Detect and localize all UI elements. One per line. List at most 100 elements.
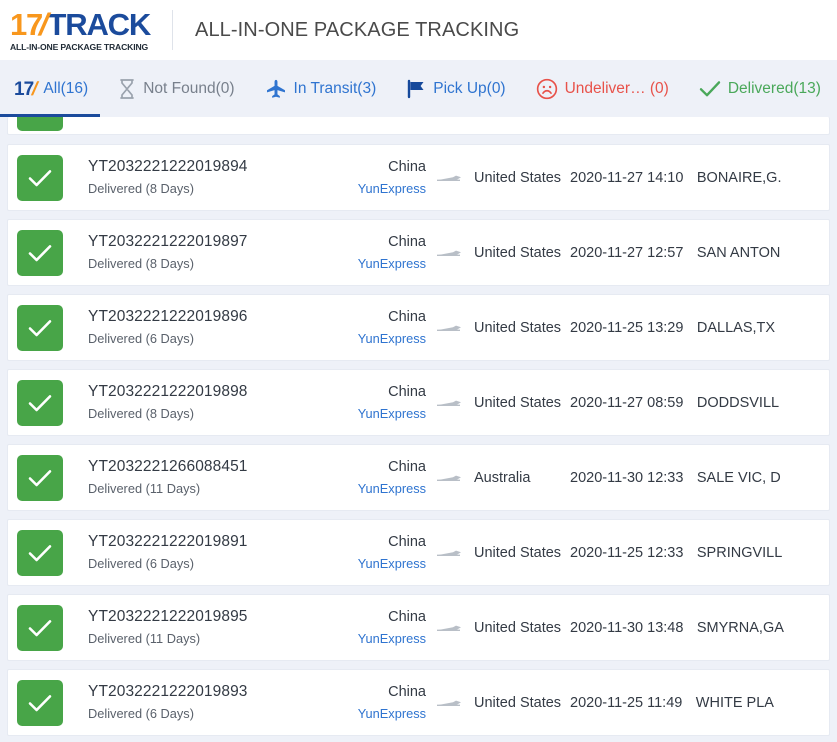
tracking-id-cell: YT2032221222019895 Delivered (11 Days) bbox=[63, 607, 333, 648]
tracking-number[interactable]: YT2032221222019891 bbox=[88, 532, 333, 552]
checkmark-icon bbox=[28, 619, 52, 636]
logo-track-text: TRACK bbox=[47, 6, 152, 42]
carrier-link[interactable]: YunExpress bbox=[333, 555, 426, 573]
tracking-id-cell: YT2032221222019896 Delivered (6 Days) bbox=[63, 307, 333, 348]
app-header: 17/TRACK ALL-IN-ONE PACKAGE TRACKING ALL… bbox=[0, 0, 837, 60]
last-event-time: 2020-11-25 12:33 bbox=[570, 544, 684, 561]
table-row[interactable]: YT2032221266088451 Delivered (11 Days) C… bbox=[7, 444, 830, 511]
tracking-number[interactable]: YT2032221222019895 bbox=[88, 607, 333, 627]
table-row[interactable]: YT2032221222019897 Delivered (8 Days) Ch… bbox=[7, 219, 830, 286]
package-list: YT2032221222019894 Delivered (8 Days) Ch… bbox=[0, 117, 837, 736]
tab-undelivered-label: Undeliver… (0) bbox=[564, 79, 669, 97]
last-event-time: 2020-11-27 14:10 bbox=[570, 169, 684, 186]
table-row[interactable]: YT2032221222019893 Delivered (6 Days) Ch… bbox=[7, 669, 830, 736]
status-badge bbox=[17, 679, 63, 726]
route-cell: China YunExpress United States bbox=[333, 233, 568, 273]
tab-all-label: All(16) bbox=[43, 79, 89, 97]
table-row[interactable]: YT2032221222019898 Delivered (8 Days) Ch… bbox=[7, 369, 830, 436]
last-event-time: 2020-11-27 12:57 bbox=[570, 244, 684, 261]
logo-17track[interactable]: 17/TRACK ALL-IN-ONE PACKAGE TRACKING bbox=[10, 6, 160, 52]
origin-block: China YunExpress bbox=[333, 533, 426, 573]
sad-face-icon bbox=[536, 78, 558, 100]
carrier-link[interactable]: YunExpress bbox=[333, 255, 426, 273]
route-arrow-icon bbox=[426, 698, 474, 708]
tracking-number[interactable]: YT2032221222019898 bbox=[88, 382, 333, 402]
status-filter-tabbar: 17/ All(16) Not Found(0) In Transit(3) P… bbox=[0, 60, 837, 117]
tracking-status-text: Delivered (11 Days) bbox=[88, 631, 201, 646]
route-cell: China YunExpress United States bbox=[333, 383, 568, 423]
logo-wordmark: 17/TRACK bbox=[10, 6, 160, 42]
last-event-cell: 2020-11-25 13:29 DALLAS,TX bbox=[568, 319, 829, 337]
last-event-place: DODDSVILL bbox=[696, 394, 780, 411]
carrier-link[interactable]: YunExpress bbox=[333, 630, 426, 648]
destination-country: United States bbox=[474, 544, 562, 561]
checkmark-icon bbox=[699, 80, 721, 98]
route-cell: China YunExpress United States bbox=[333, 158, 568, 198]
origin-block: China YunExpress bbox=[333, 608, 426, 648]
carrier-link[interactable]: YunExpress bbox=[333, 330, 426, 348]
origin-country: China bbox=[388, 683, 426, 700]
checkmark-icon bbox=[28, 169, 52, 186]
origin-country: China bbox=[388, 158, 426, 175]
last-event-time: 2020-11-25 11:49 bbox=[570, 694, 683, 711]
carrier-link[interactable]: YunExpress bbox=[333, 480, 426, 498]
checkmark-icon bbox=[28, 394, 52, 411]
last-event-cell: 2020-11-30 12:33 SALE VIC, D bbox=[568, 469, 829, 487]
status-badge bbox=[17, 604, 63, 651]
route-arrow-icon bbox=[426, 323, 474, 333]
carrier-link[interactable]: YunExpress bbox=[333, 180, 426, 198]
route-arrow-icon bbox=[426, 248, 474, 258]
hourglass-icon bbox=[118, 78, 136, 100]
checkmark-icon bbox=[28, 544, 52, 561]
last-event-place: SALE VIC, D bbox=[696, 469, 781, 486]
last-event-cell: 2020-11-25 12:33 SPRINGVILL bbox=[568, 544, 829, 562]
tracking-status-text: Delivered (6 Days) bbox=[88, 556, 194, 571]
tab-pick-up[interactable]: Pick Up(0) bbox=[391, 60, 520, 117]
tab-all[interactable]: 17/ All(16) bbox=[0, 60, 103, 117]
tracking-number[interactable]: YT2032221222019897 bbox=[88, 232, 333, 252]
tab-in-transit[interactable]: In Transit(3) bbox=[250, 60, 392, 117]
origin-country: China bbox=[388, 308, 426, 325]
origin-block: China YunExpress bbox=[333, 458, 426, 498]
tracking-number[interactable]: YT2032221222019894 bbox=[88, 157, 333, 177]
tab-delivered[interactable]: Delivered(13) bbox=[684, 60, 836, 117]
table-row[interactable] bbox=[7, 117, 830, 135]
last-event-time: 2020-11-30 13:48 bbox=[570, 619, 684, 636]
last-event-place: BONAIRE,G. bbox=[696, 169, 782, 186]
table-row[interactable]: YT2032221222019896 Delivered (6 Days) Ch… bbox=[7, 294, 830, 361]
last-event-time: 2020-11-30 12:33 bbox=[570, 469, 684, 486]
checkmark-icon bbox=[28, 319, 52, 336]
destination-country: United States bbox=[474, 319, 562, 336]
17-logo-icon: 17/ bbox=[14, 78, 40, 100]
last-event-cell: 2020-11-27 14:10 BONAIRE,G. bbox=[568, 169, 829, 187]
carrier-link[interactable]: YunExpress bbox=[333, 405, 426, 423]
table-row[interactable]: YT2032221222019895 Delivered (11 Days) C… bbox=[7, 594, 830, 661]
tab-undelivered[interactable]: Undeliver… (0) bbox=[521, 60, 684, 117]
route-arrow-icon bbox=[426, 548, 474, 558]
checkmark-icon bbox=[28, 694, 52, 711]
origin-country: China bbox=[388, 383, 426, 400]
tracking-id-cell: YT2032221222019891 Delivered (6 Days) bbox=[63, 532, 333, 573]
tracking-number[interactable]: YT2032221266088451 bbox=[88, 457, 333, 477]
tab-not-found[interactable]: Not Found(0) bbox=[103, 60, 249, 117]
tracking-status-text: Delivered (11 Days) bbox=[88, 481, 201, 496]
checkmark-icon bbox=[28, 244, 52, 261]
carrier-link[interactable]: YunExpress bbox=[333, 705, 426, 723]
header-divider bbox=[172, 10, 173, 50]
origin-country: China bbox=[388, 533, 426, 550]
origin-country: China bbox=[388, 233, 426, 250]
tracking-number[interactable]: YT2032221222019896 bbox=[88, 307, 333, 327]
table-row[interactable]: YT2032221222019894 Delivered (8 Days) Ch… bbox=[7, 144, 830, 211]
airplane-icon bbox=[265, 78, 287, 100]
status-badge bbox=[17, 154, 63, 201]
route-cell: China YunExpress United States bbox=[333, 308, 568, 348]
tracking-number[interactable]: YT2032221222019893 bbox=[88, 682, 333, 702]
logo-tagline: ALL-IN-ONE PACKAGE TRACKING bbox=[10, 41, 149, 52]
tab-in-transit-label: In Transit(3) bbox=[293, 79, 377, 97]
destination-country: United States bbox=[474, 619, 562, 636]
table-row[interactable]: YT2032221222019891 Delivered (6 Days) Ch… bbox=[7, 519, 830, 586]
origin-block: China YunExpress bbox=[333, 158, 426, 198]
status-badge bbox=[17, 379, 63, 426]
last-event-time: 2020-11-25 13:29 bbox=[570, 319, 684, 336]
route-arrow-icon bbox=[426, 623, 474, 633]
